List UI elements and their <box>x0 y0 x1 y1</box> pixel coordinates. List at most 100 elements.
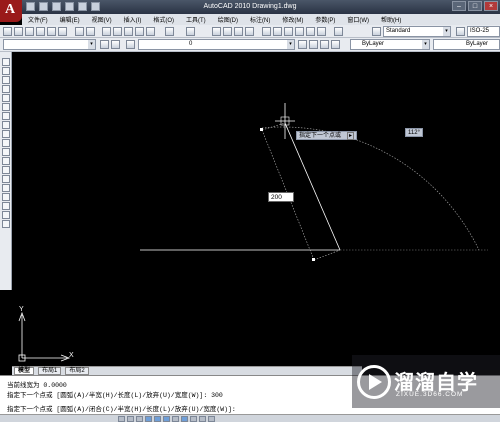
workspace-settings-icon[interactable] <box>100 40 109 49</box>
layers-toolbar: ▾ 0 ▾ ByLayer ▾ ByLayer <box>0 38 500 52</box>
redo-icon[interactable] <box>186 27 195 36</box>
layer-properties-icon[interactable] <box>126 40 135 49</box>
line-icon[interactable] <box>2 58 10 66</box>
markup-icon[interactable] <box>306 27 315 36</box>
block-editor-icon[interactable] <box>146 27 155 36</box>
quickcalc-icon[interactable] <box>317 27 326 36</box>
zoom-previous-icon[interactable] <box>245 27 254 36</box>
qp-toggle[interactable] <box>199 415 206 422</box>
help-icon[interactable] <box>334 27 343 36</box>
rectangle-icon[interactable] <box>2 94 10 102</box>
dim-style-icon[interactable] <box>456 27 465 36</box>
arc-icon[interactable] <box>2 103 10 111</box>
make-block-icon[interactable] <box>2 166 10 174</box>
menu-draw[interactable]: 绘图(D) <box>212 15 244 24</box>
autocad-logo: A <box>5 2 16 17</box>
color-select[interactable]: ByLayer ▾ <box>350 39 430 50</box>
region-icon[interactable] <box>2 202 10 210</box>
text-style-icon[interactable] <box>372 27 381 36</box>
application-menu-button[interactable]: A <box>0 0 22 22</box>
construction-line-icon[interactable] <box>2 67 10 75</box>
menu-dimension[interactable]: 标注(N) <box>244 15 276 24</box>
hatch-icon[interactable] <box>2 184 10 192</box>
zoom-window-icon[interactable] <box>234 27 243 36</box>
menu-parametric[interactable]: 参数(P) <box>309 15 341 24</box>
maximize-button[interactable]: □ <box>468 1 482 11</box>
pan-icon[interactable] <box>212 27 221 36</box>
cut-icon[interactable] <box>102 27 111 36</box>
menu-help[interactable]: 帮助(H) <box>375 15 407 24</box>
menu-insert[interactable]: 插入(I) <box>118 15 148 24</box>
dim-style-select[interactable]: ISO-25 <box>467 26 500 37</box>
standard-toolbar: Standard ▾ ISO-25 <box>0 25 500 38</box>
sheet-set-icon[interactable] <box>295 27 304 36</box>
layer-isolate-icon[interactable] <box>331 40 340 49</box>
ducs-toggle[interactable] <box>172 415 179 422</box>
layer-previous-icon[interactable] <box>309 40 318 49</box>
gradient-icon[interactable] <box>2 193 10 201</box>
tab-model[interactable]: 模型 <box>14 367 35 375</box>
ellipse-icon[interactable] <box>2 139 10 147</box>
menu-tools[interactable]: 工具(T) <box>180 15 212 24</box>
menu-view[interactable]: 视图(V) <box>86 15 118 24</box>
workspace-select[interactable]: ▾ <box>3 39 96 50</box>
menu-format[interactable]: 格式(O) <box>147 15 180 24</box>
layer-select[interactable]: 0 ▾ <box>138 39 295 50</box>
insert-block-icon[interactable] <box>2 157 10 165</box>
autocad-window: AutoCAD 2010 Drawing1.dwg – □ × A 文件(F) … <box>0 0 500 422</box>
draw-toolbar <box>0 52 12 290</box>
layer-states-icon[interactable] <box>320 40 329 49</box>
point-icon[interactable] <box>2 175 10 183</box>
paste-icon[interactable] <box>124 27 133 36</box>
workspace-gear-icon[interactable] <box>111 40 120 49</box>
make-current-layer-icon[interactable] <box>298 40 307 49</box>
ortho-toggle[interactable] <box>136 415 143 422</box>
drawing-canvas[interactable]: 指定下一个点或 ▸ 112° 200 Y X <box>12 55 500 366</box>
undo-icon[interactable] <box>165 27 174 36</box>
minimize-button[interactable]: – <box>452 1 466 11</box>
polygon-icon[interactable] <box>2 85 10 93</box>
design-center-icon[interactable] <box>273 27 282 36</box>
tab-layout1[interactable]: 布局1 <box>38 367 62 375</box>
plot-icon[interactable] <box>36 27 45 36</box>
copy-icon[interactable] <box>113 27 122 36</box>
properties-icon[interactable] <box>262 27 271 36</box>
3d-publish-icon[interactable] <box>75 27 84 36</box>
zoom-realtime-icon[interactable] <box>223 27 232 36</box>
save-file-icon[interactable] <box>25 27 34 36</box>
circle-icon[interactable] <box>2 112 10 120</box>
design-publish-icon[interactable] <box>86 27 95 36</box>
match-properties-icon[interactable] <box>135 27 144 36</box>
table-icon[interactable] <box>2 211 10 219</box>
open-file-icon[interactable] <box>14 27 23 36</box>
revision-cloud-icon[interactable] <box>2 121 10 129</box>
grid-toggle[interactable] <box>127 415 134 422</box>
text-style-select[interactable]: Standard ▾ <box>383 26 451 37</box>
spline-icon[interactable] <box>2 130 10 138</box>
new-file-icon[interactable] <box>3 27 12 36</box>
length-input[interactable]: 200 <box>268 192 294 202</box>
title-bar: AutoCAD 2010 Drawing1.dwg – □ × <box>0 0 500 14</box>
menu-file[interactable]: 文件(F) <box>22 15 54 24</box>
ellipse-arc-icon[interactable] <box>2 148 10 156</box>
polyline-icon[interactable] <box>2 76 10 84</box>
lwt-toggle[interactable] <box>190 415 197 422</box>
plot-preview-icon[interactable] <box>47 27 56 36</box>
tab-layout2[interactable]: 布局2 <box>65 367 89 375</box>
menu-window[interactable]: 窗口(W) <box>341 15 375 24</box>
osnap-toggle[interactable] <box>154 415 161 422</box>
dyn-toggle[interactable] <box>181 415 188 422</box>
polar-toggle[interactable] <box>145 415 152 422</box>
snap-toggle[interactable] <box>118 415 125 422</box>
publish-icon[interactable] <box>58 27 67 36</box>
ucs-y-label: Y <box>19 306 24 313</box>
model-toggle[interactable] <box>208 415 215 422</box>
menu-modify[interactable]: 修改(M) <box>276 15 309 24</box>
window-title: AutoCAD 2010 Drawing1.dwg <box>203 3 297 10</box>
tool-palettes-icon[interactable] <box>284 27 293 36</box>
close-button[interactable]: × <box>484 1 498 11</box>
linetype-select[interactable]: ByLayer <box>433 39 500 50</box>
otrack-toggle[interactable] <box>163 415 170 422</box>
menu-edit[interactable]: 编辑(E) <box>54 15 86 24</box>
multiline-text-icon[interactable] <box>2 220 10 228</box>
